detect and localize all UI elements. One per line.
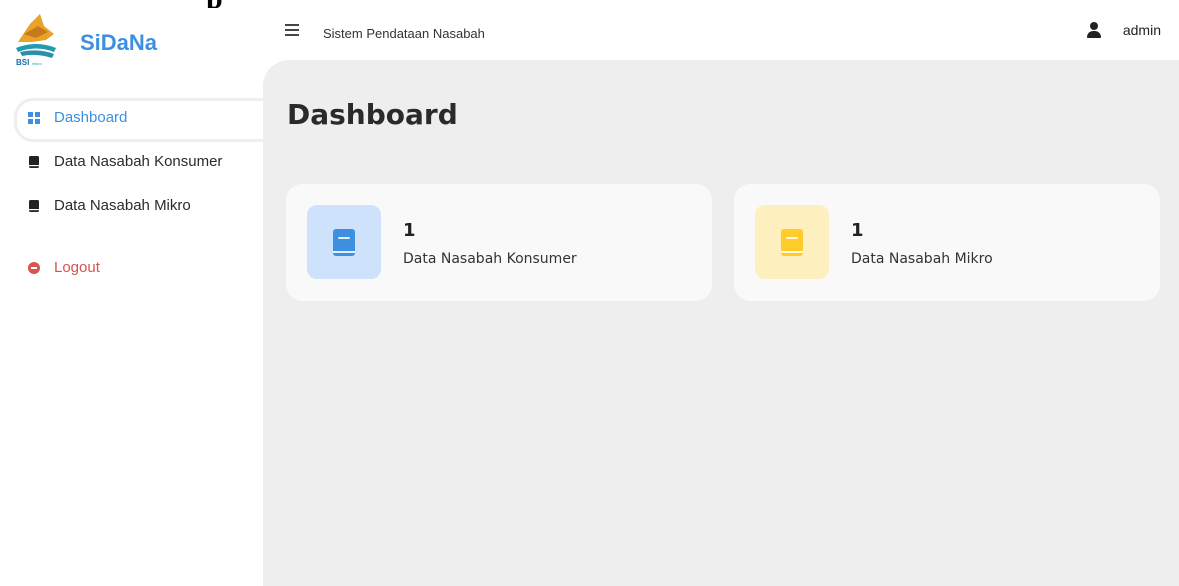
sidebar-item-dashboard[interactable]: Dashboard — [14, 98, 266, 142]
brand[interactable]: BSI mikro SiDaNa — [0, 8, 263, 70]
card-icon-box — [755, 205, 829, 279]
book-icon — [781, 229, 803, 256]
user-name: admin — [1122, 22, 1161, 38]
svg-text:mikro: mikro — [32, 61, 43, 66]
card-icon-box — [307, 205, 381, 279]
grid-icon — [28, 111, 40, 124]
menu-toggle-icon[interactable] — [285, 24, 299, 38]
main-content: Dashboard 1 Data Nasabah Konsumer 1 Data… — [263, 60, 1179, 586]
app-name: SiDaNa — [80, 30, 158, 55]
user-menu[interactable]: admin — [1086, 22, 1161, 38]
bsi-logo: BSI mikro — [16, 14, 56, 67]
book-icon — [28, 199, 40, 212]
card-count: 1 — [403, 220, 416, 241]
card-count: 1 — [851, 220, 864, 241]
card-label: Data Nasabah Mikro — [851, 251, 993, 267]
book-icon — [333, 229, 355, 256]
sidebar-item-data-nasabah-konsumer[interactable]: Data Nasabah Konsumer — [14, 142, 263, 180]
logout-label: Logout — [54, 258, 100, 276]
sidebar-item-label: Data Nasabah Konsumer — [54, 152, 223, 170]
sidebar-item-label: Dashboard — [54, 108, 128, 126]
stat-card-mikro[interactable]: 1 Data Nasabah Mikro — [734, 184, 1160, 301]
cropped-heading-fragment: p — [0, 0, 1179, 8]
stat-card-konsumer[interactable]: 1 Data Nasabah Konsumer — [286, 184, 712, 301]
app-title: Sistem Pendataan Nasabah — [323, 26, 485, 41]
card-label: Data Nasabah Konsumer — [403, 251, 577, 267]
sidebar-item-data-nasabah-mikro[interactable]: Data Nasabah Mikro — [14, 186, 263, 224]
page-title: Dashboard — [287, 98, 458, 131]
cropped-heading-glyph: p — [206, 0, 223, 8]
svg-text:BSI: BSI — [16, 58, 29, 67]
user-icon — [1086, 22, 1101, 38]
minus-circle-icon — [28, 261, 40, 274]
topbar: Sistem Pendataan Nasabah admin — [263, 8, 1179, 60]
sidebar-item-label: Data Nasabah Mikro — [54, 196, 191, 214]
sidebar-item-logout[interactable]: Logout — [14, 248, 263, 286]
book-icon — [28, 155, 40, 168]
sidebar: BSI mikro SiDaNa Dashboard Data Nasabah … — [0, 8, 266, 586]
